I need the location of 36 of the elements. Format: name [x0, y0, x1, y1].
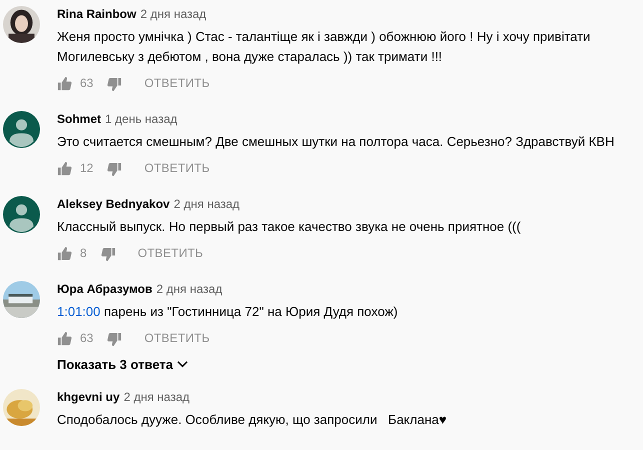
timestamp-link[interactable]: 1:01:00 [57, 304, 100, 319]
like-count: 63 [80, 76, 94, 90]
thumbs-up-icon[interactable] [57, 76, 72, 90]
comment-text: Сподобалось дууже. Особливе дякую, що запросили Баклана♥ [57, 411, 448, 429]
thumbs-down-icon[interactable] [107, 332, 122, 346]
comment-time[interactable]: 1 день назад [105, 112, 178, 126]
reply-button[interactable]: ОТВЕТИТЬ [144, 161, 210, 175]
author-name[interactable]: Sohmet [57, 112, 102, 126]
author-name[interactable]: khgevni uy [57, 390, 120, 404]
comment-text: Женя просто умнічка ) Стас - талантіще як і завжди ) обожнюю його ! Ну і хочу привітати Могилевську з дебютом , вона дуже старалась )) так тримати !!! [57, 28, 592, 66]
show-replies-button[interactable]: Показать 3 ответа [57, 355, 188, 373]
like-count: 8 [80, 246, 87, 260]
avatar-icon [3, 111, 40, 148]
chevron-down-icon[interactable] [176, 360, 188, 368]
like-count: 63 [80, 331, 94, 345]
comment-time[interactable]: 2 дня назад [124, 390, 190, 404]
thumbs-up-icon[interactable] [57, 160, 72, 176]
thumbs-down-icon[interactable] [100, 246, 116, 262]
thumbs-up-icon[interactable] [57, 246, 72, 260]
like-count: 12 [80, 161, 94, 175]
author-name[interactable]: Юра Абразумов [57, 282, 152, 296]
thumbs-down-icon[interactable] [107, 76, 122, 92]
comment-text: 1:01:00 парень из "Гостинница 72" на Юрия Дудя похож) [57, 303, 399, 321]
comment-text: Это считается смешным? Две смешных шутки на полтора часа. Серьезно? Здравствуй КВН [57, 133, 616, 151]
reply-button[interactable]: ОТВЕТИТЬ [138, 246, 204, 260]
comment-time[interactable]: 2 дня назад [140, 7, 206, 21]
comment-time[interactable]: 2 дня назад [174, 197, 240, 211]
comment-time[interactable]: 2 дня назад [156, 282, 222, 296]
avatar-icon [3, 196, 40, 233]
reply-button[interactable]: ОТВЕТИТЬ [144, 76, 210, 90]
reply-button[interactable]: ОТВЕТИТЬ [144, 331, 210, 345]
author-name[interactable]: Rina Rainbow [57, 7, 136, 21]
author-name[interactable]: Aleksey Bednyakov [57, 197, 170, 211]
thumbs-up-icon[interactable] [57, 330, 72, 346]
thumbs-down-icon[interactable] [107, 162, 122, 176]
comment-text: Классный выпуск. Но первый раз такое качество звука не очень приятное ((( [57, 218, 522, 236]
